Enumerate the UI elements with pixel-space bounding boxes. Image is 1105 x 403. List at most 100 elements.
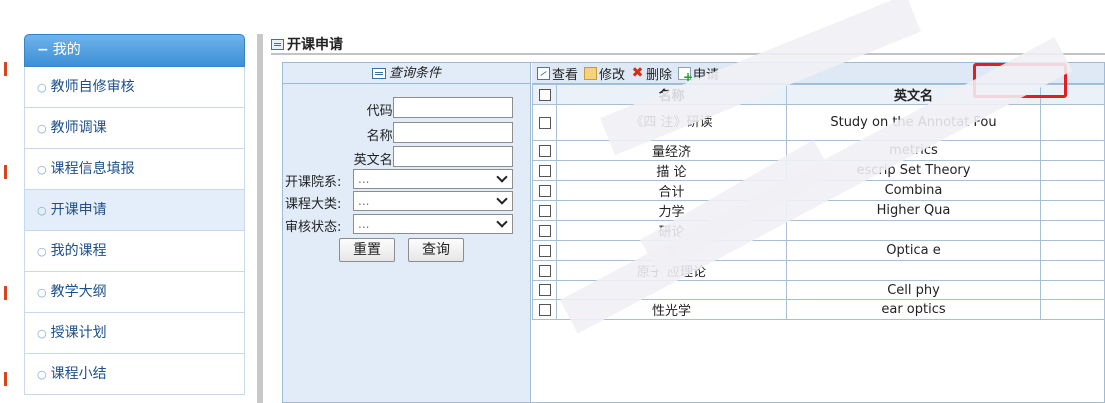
sidebar-item-teacher-class-change[interactable]: ○ 教师调课 — [24, 108, 245, 149]
extra-cell — [1040, 240, 1105, 261]
panel-splitter[interactable] — [257, 34, 263, 403]
view-button[interactable]: 查看 — [537, 64, 578, 83]
extra-cell — [1040, 299, 1105, 320]
edit-label: 修改 — [599, 67, 626, 83]
bullet-icon: ○ — [37, 327, 47, 340]
row-select-cell — [532, 104, 557, 141]
extra-cell — [1040, 104, 1105, 141]
extra-cell — [1040, 160, 1105, 181]
bullet-icon: ○ — [37, 204, 47, 217]
sidebar-item-syllabus[interactable]: ○ 教学大纲 — [24, 272, 245, 313]
name-input[interactable] — [393, 122, 513, 143]
extra-cell — [1040, 140, 1105, 161]
sidebar-group-header[interactable]: − 我的 — [24, 34, 245, 67]
query-panel: 查询条件 代码: 名称: 英文名: 开课院系: ... 课程大类: ... 审核… — [283, 63, 531, 402]
course-en-name-cell — [786, 220, 1041, 241]
sidebar-item-course-application[interactable]: ○ 开课申请 — [24, 190, 245, 231]
row-checkbox[interactable] — [538, 224, 551, 237]
window-edge-mark — [4, 372, 7, 386]
en-name-label: 英文名: — [353, 153, 397, 168]
sidebar-item-label: 课程信息填报 — [50, 161, 135, 177]
delete-button[interactable]: ✖ 删除 — [631, 64, 672, 83]
extra-cell — [1040, 260, 1105, 281]
page: { "nav": { "header": "我的", "items": [ {"… — [0, 0, 1105, 403]
dept-label: 开课院系: — [285, 175, 342, 190]
dept-select[interactable]: ... — [353, 169, 513, 189]
sidebar-item-label: 教师调课 — [50, 120, 107, 136]
status-select[interactable]: ... — [353, 214, 513, 234]
view-label: 查看 — [552, 67, 579, 83]
row-checkbox[interactable] — [538, 244, 551, 257]
delete-label: 删除 — [646, 67, 673, 83]
row-checkbox[interactable] — [538, 116, 551, 129]
bullet-icon: ○ — [37, 368, 47, 381]
course-en-name-cell: Optica e — [786, 240, 1041, 261]
status-select-value: ... — [358, 217, 370, 231]
extra-cell — [1040, 200, 1105, 221]
extra-cell — [1040, 220, 1105, 241]
status-label: 审核状态: — [285, 220, 342, 235]
row-checkbox[interactable] — [538, 284, 551, 296]
row-checkbox[interactable] — [538, 164, 551, 177]
sidebar-item-label: 我的课程 — [50, 243, 107, 259]
sidebar-item-my-courses[interactable]: ○ 我的课程 — [24, 231, 245, 272]
category-label: 课程大类: — [285, 197, 342, 212]
row-checkbox[interactable] — [538, 264, 551, 277]
query-row-code: 代码: — [283, 96, 531, 120]
sidebar-item-teaching-plan[interactable]: ○ 授课计划 — [24, 313, 245, 354]
course-name-cell: 量经济 — [556, 140, 787, 161]
bullet-icon: ○ — [37, 245, 47, 258]
view-icon — [537, 66, 550, 80]
title-divider — [271, 53, 1105, 55]
row-select-cell — [532, 280, 557, 300]
sidebar-item-label: 授课计划 — [50, 325, 107, 341]
select-all-checkbox[interactable] — [538, 88, 551, 101]
query-title-text: 查询条件 — [388, 65, 441, 81]
course-en-name-cell: Higher Qua — [786, 200, 1041, 221]
sidebar-item-label: 教师自修审核 — [50, 79, 135, 95]
bullet-icon: ○ — [37, 163, 47, 176]
query-row-category: 课程大类: ... — [283, 190, 531, 214]
table-row[interactable]: 研论 — [532, 220, 1105, 241]
row-select-cell — [532, 140, 557, 161]
search-button[interactable]: 查询 — [408, 238, 464, 262]
query-row-name: 名称: — [283, 121, 531, 145]
row-select-cell — [532, 220, 557, 241]
form-icon — [271, 38, 284, 50]
en-name-input[interactable] — [393, 146, 513, 167]
chevron-down-icon — [496, 171, 508, 183]
sidebar-nav: − 我的 ○ 教师自修审核 ○ 教师调课 ○ 课程信息填报 ○ 开课申请 ○ 我的课程 ○ 教… — [24, 34, 245, 403]
row-select-cell — [532, 260, 557, 281]
table-row[interactable]: 学Optica e — [532, 240, 1105, 261]
edit-button[interactable]: 修改 — [584, 64, 625, 83]
row-checkbox[interactable] — [538, 204, 551, 217]
window-edge-mark — [4, 165, 7, 179]
delete-icon: ✖ — [631, 65, 644, 81]
dept-select-value: ... — [358, 172, 370, 186]
code-input[interactable] — [393, 97, 513, 118]
extra-cell — [1040, 280, 1105, 300]
extra-cell — [1040, 180, 1105, 201]
reset-button[interactable]: 重置 — [339, 238, 395, 262]
row-select-cell — [532, 160, 557, 181]
page-title-text: 开课申请 — [287, 37, 343, 53]
sidebar-item-teacher-self-study-review[interactable]: ○ 教师自修审核 — [24, 67, 245, 108]
category-select[interactable]: ... — [353, 191, 513, 211]
collapse-icon: − — [37, 42, 49, 58]
sidebar-item-course-info[interactable]: ○ 课程信息填报 — [24, 149, 245, 190]
sidebar-group-label: 我的 — [52, 42, 81, 58]
query-row-status: 审核状态: ... — [283, 213, 531, 237]
row-checkbox[interactable] — [538, 303, 551, 316]
sidebar-item-label: 开课申请 — [50, 202, 107, 218]
window-edge-mark — [4, 286, 7, 300]
course-en-name-cell: Cell phy — [786, 280, 1041, 300]
query-row-dept: 开课院系: ... — [283, 168, 531, 192]
form-icon — [371, 67, 386, 79]
sidebar-item-course-summary[interactable]: ○ 课程小结 — [24, 354, 245, 395]
select-all-cell — [532, 84, 557, 105]
course-en-name-cell: ear optics — [786, 299, 1041, 320]
row-checkbox[interactable] — [538, 144, 551, 157]
sidebar-item-label: 课程小结 — [50, 366, 107, 382]
row-checkbox[interactable] — [538, 184, 551, 197]
course-en-name-cell — [786, 260, 1041, 281]
